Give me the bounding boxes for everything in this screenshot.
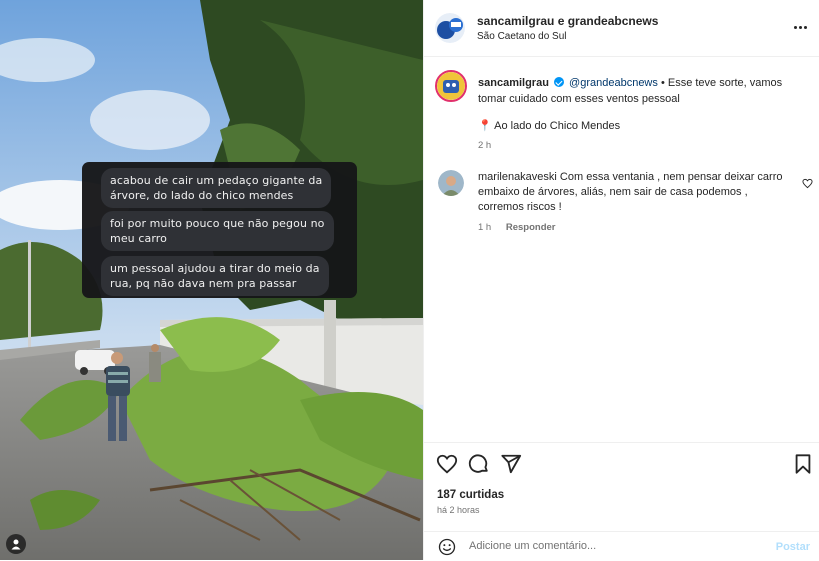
dm-screenshot-overlay: acabou de cair um pedaço gigante da árvo… xyxy=(82,162,357,298)
post-comment-button[interactable]: Postar xyxy=(776,541,810,553)
message-bubble: um pessoal ajudou a tirar do meio da rua… xyxy=(101,256,329,296)
caption-author-avatar[interactable] xyxy=(435,70,467,102)
collab-avatar[interactable] xyxy=(435,13,465,43)
reply-button[interactable]: Responder xyxy=(506,222,556,233)
message-bubble: acabou de cair um pedaço gigante da árvo… xyxy=(101,168,332,208)
share-send-icon[interactable] xyxy=(500,453,522,475)
comment-timestamp[interactable]: 1 h xyxy=(478,222,491,233)
message-line: foi por muito pouco que não pegou no xyxy=(110,217,325,230)
caption-location-text: Ao lado do Chico Mendes xyxy=(494,120,621,132)
message-line: um pessoal ajudou a tirar do meio da xyxy=(110,262,320,275)
like-heart-icon[interactable] xyxy=(436,453,458,475)
location-pin-icon: 📍 xyxy=(478,120,492,132)
add-comment-input[interactable] xyxy=(469,540,729,552)
post-caption: sancamilgrau @grandeabcnews • Esse teve … xyxy=(478,75,808,107)
caption-timestamp[interactable]: 2 h xyxy=(478,140,491,151)
message-bubble: foi por muito pouco que não pegou no meu… xyxy=(101,211,334,251)
message-line: árvore, do lado do chico mendes xyxy=(110,189,294,202)
add-comment-bar: Postar xyxy=(424,531,819,561)
save-bookmark-icon[interactable] xyxy=(792,453,814,475)
user-tag-icon[interactable] xyxy=(6,534,26,554)
emoji-icon[interactable] xyxy=(438,538,456,561)
comment-username[interactable]: marilenakaveski xyxy=(478,171,557,183)
post-details-panel: sancamilgrau e grandeabcnews São Caetano… xyxy=(423,0,819,560)
comment-bubble-icon[interactable] xyxy=(468,453,490,475)
message-line: meu carro xyxy=(110,232,167,245)
post-location[interactable]: São Caetano do Sul xyxy=(477,31,567,42)
post-author-names[interactable]: sancamilgrau e grandeabcnews xyxy=(477,14,658,28)
comment-body: marilenakaveski Com essa ventania , nem … xyxy=(478,170,788,215)
comment-meta: 1 h Responder xyxy=(478,222,555,233)
message-line: acabou de cair um pedaço gigante da xyxy=(110,174,323,187)
more-options-icon[interactable] xyxy=(791,18,809,36)
verified-badge-icon xyxy=(553,77,564,87)
likes-count[interactable]: 187 curtidas xyxy=(437,489,504,501)
message-line: rua, pq não dava nem pra passar xyxy=(110,277,297,290)
caption-mention[interactable]: @grandeabcnews xyxy=(569,77,658,89)
post-header: sancamilgrau e grandeabcnews São Caetano… xyxy=(424,0,819,57)
caption-username[interactable]: sancamilgrau xyxy=(478,77,549,89)
like-comment-heart-icon[interactable] xyxy=(802,176,813,194)
post-photo[interactable]: acabou de cair um pedaço gigante da árvo… xyxy=(0,0,423,560)
commenter-avatar[interactable] xyxy=(438,170,464,196)
caption-location-line: 📍 Ao lado do Chico Mendes xyxy=(478,119,620,132)
post-age: há 2 horas xyxy=(437,505,480,515)
